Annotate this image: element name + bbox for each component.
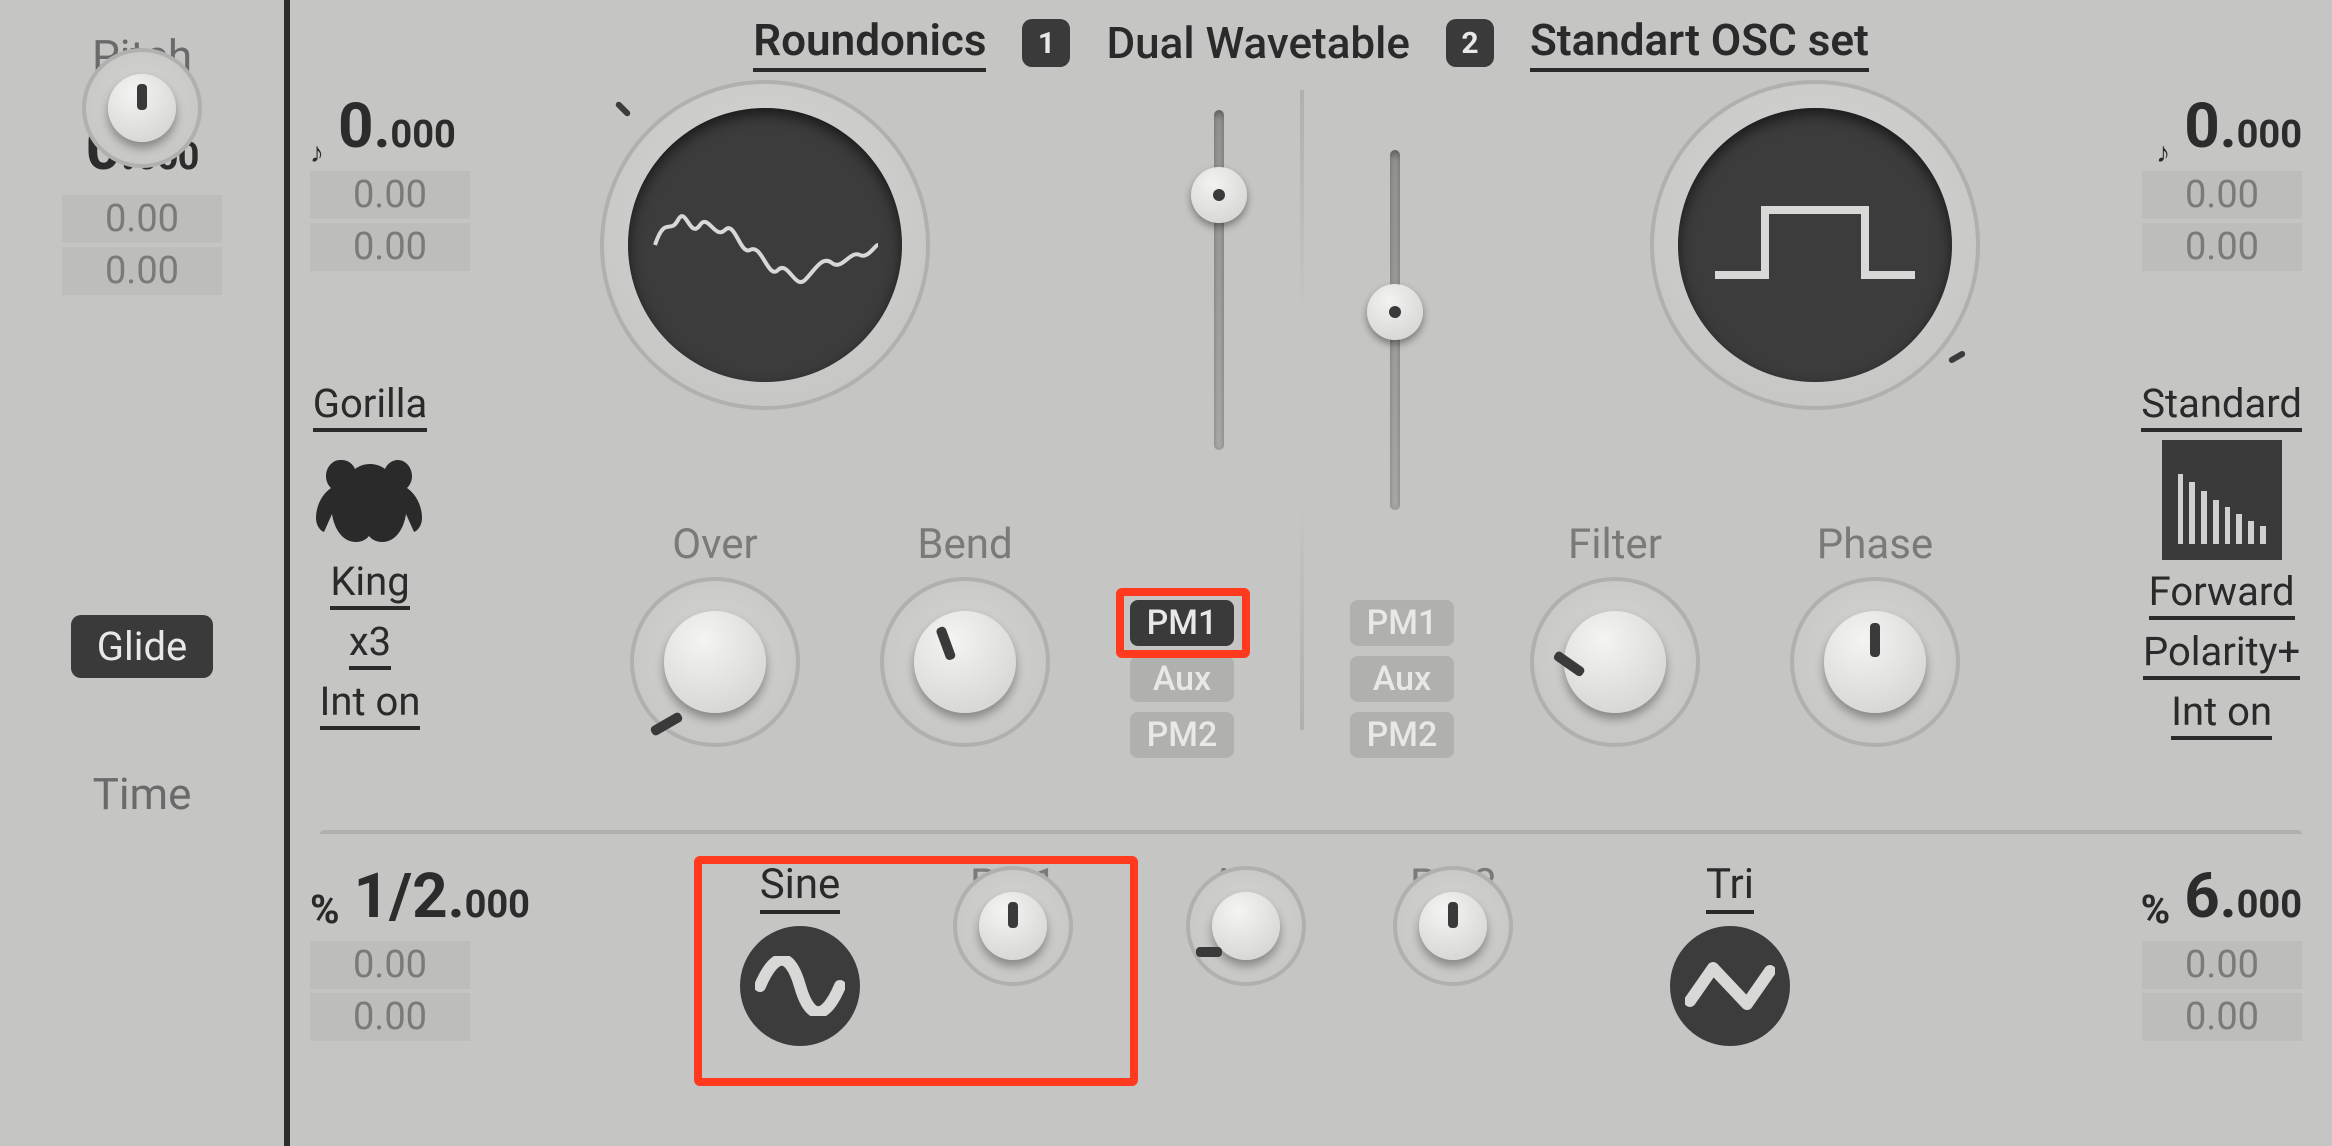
osc2-badge[interactable]: 2 [1446, 19, 1494, 67]
osc1-pitch-mod-2[interactable]: 0.00 [310, 223, 470, 271]
percent-icon: % [2141, 886, 2171, 933]
osc2-phase-knob-group: Phase [1790, 520, 1960, 747]
section-divider [320, 830, 2302, 834]
pm-wave1-select[interactable]: Sine [760, 860, 841, 914]
osc2-aux-tag[interactable]: Aux [1350, 656, 1454, 702]
osc2-polarity[interactable]: Polarity+ [2143, 628, 2300, 680]
pm2-knob[interactable] [1393, 866, 1513, 986]
osc2-ratio-mod-2[interactable]: 0.00 [2142, 993, 2302, 1041]
osc2-ratio-mod-1[interactable]: 0.00 [2142, 941, 2302, 989]
osc1-wavetable-knob[interactable] [600, 80, 930, 410]
osc1-preset-name[interactable]: Roundonics [753, 14, 986, 72]
osc2-waveform-icon [1705, 185, 1925, 305]
osc2-wavetable-knob[interactable] [1650, 80, 1980, 410]
aux-knob[interactable] [1186, 866, 1306, 986]
osc1-over-knob-group: Over [630, 520, 800, 747]
tri-wave-icon[interactable] [1670, 926, 1790, 1046]
osc2-pitch-mod-1[interactable]: 0.00 [2142, 171, 2302, 219]
sine-wave-icon[interactable] [740, 926, 860, 1046]
osc1-pitch-value[interactable]: 0.000 [338, 90, 456, 163]
bars-icon [2162, 440, 2282, 560]
osc-divider [1300, 90, 1304, 730]
osc2-int[interactable]: Int on [2171, 688, 2272, 740]
pitch-mod-2[interactable]: 0.00 [62, 247, 222, 295]
osc1-badge[interactable]: 1 [1022, 19, 1070, 67]
osc2-filter-knob-group: Filter [1530, 520, 1700, 747]
glide-button[interactable]: Glide [71, 615, 213, 678]
osc1-bend-knob-group: Bend [880, 520, 1050, 747]
time-label: Time [93, 768, 192, 820]
osc1-ratio-mod-2[interactable]: 0.00 [310, 993, 470, 1041]
osc1-unison-voice[interactable]: Gorilla [313, 380, 428, 432]
osc2-mode[interactable]: Standard [2141, 380, 2302, 432]
pm1-knob[interactable] [953, 866, 1073, 986]
osc2-direction[interactable]: Forward [2149, 568, 2295, 620]
osc2-preset-name[interactable]: Standart OSC set [1530, 14, 1869, 72]
pm-wave2-select[interactable]: Tri [1706, 860, 1754, 914]
osc1-unison-mode[interactable]: King [330, 558, 409, 610]
osc2-filter-label: Filter [1568, 520, 1662, 569]
oscillator-panel: Roundonics 1 Dual Wavetable 2 Standart O… [290, 0, 2332, 1146]
gorilla-icon [310, 440, 430, 550]
osc2-filter-knob[interactable] [1530, 577, 1700, 747]
osc1-aux-tag[interactable]: Aux [1130, 656, 1234, 702]
osc2-ratio-value[interactable]: 6.000 [2184, 860, 2302, 933]
osc2-pm1-tag[interactable]: PM1 [1350, 600, 1454, 646]
osc1-unison-count[interactable]: x3 [349, 618, 391, 670]
pitch-rail: Pitch 0.000 0.00 0.00 Glide Time [0, 0, 290, 1146]
osc2-pitch-mod-2[interactable]: 0.00 [2142, 223, 2302, 271]
pitch-mod-1[interactable]: 0.00 [62, 195, 222, 243]
time-knob[interactable] [82, 48, 202, 168]
osc1-pm1-tag[interactable]: PM1 [1130, 600, 1234, 646]
osc1-unison-int[interactable]: Int on [320, 678, 421, 730]
osc1-bend-knob[interactable] [880, 577, 1050, 747]
note-icon: ♪ [2156, 136, 2170, 169]
osc1-ratio-mod-1[interactable]: 0.00 [310, 941, 470, 989]
osc2-pm2-tag[interactable]: PM2 [1350, 712, 1454, 758]
osc-mode-label[interactable]: Dual Wavetable [1106, 17, 1410, 69]
osc1-mix-slider[interactable] [1209, 110, 1229, 450]
osc1-waveform-icon [650, 185, 880, 305]
osc1-over-knob[interactable] [630, 577, 800, 747]
osc2-phase-label: Phase [1817, 520, 1933, 569]
osc2-pitch-value[interactable]: 0.000 [2184, 90, 2302, 163]
osc1-ratio-value[interactable]: 1/2.000 [354, 860, 530, 933]
note-icon: ♪ [310, 136, 324, 169]
osc2-phase-knob[interactable] [1790, 577, 1960, 747]
osc1-pm2-tag[interactable]: PM2 [1130, 712, 1234, 758]
percent-icon: % [310, 886, 340, 933]
osc2-mix-slider[interactable] [1385, 150, 1405, 510]
osc1-pitch-mod-1[interactable]: 0.00 [310, 171, 470, 219]
osc1-over-label: Over [672, 520, 757, 569]
osc1-bend-label: Bend [917, 520, 1012, 569]
